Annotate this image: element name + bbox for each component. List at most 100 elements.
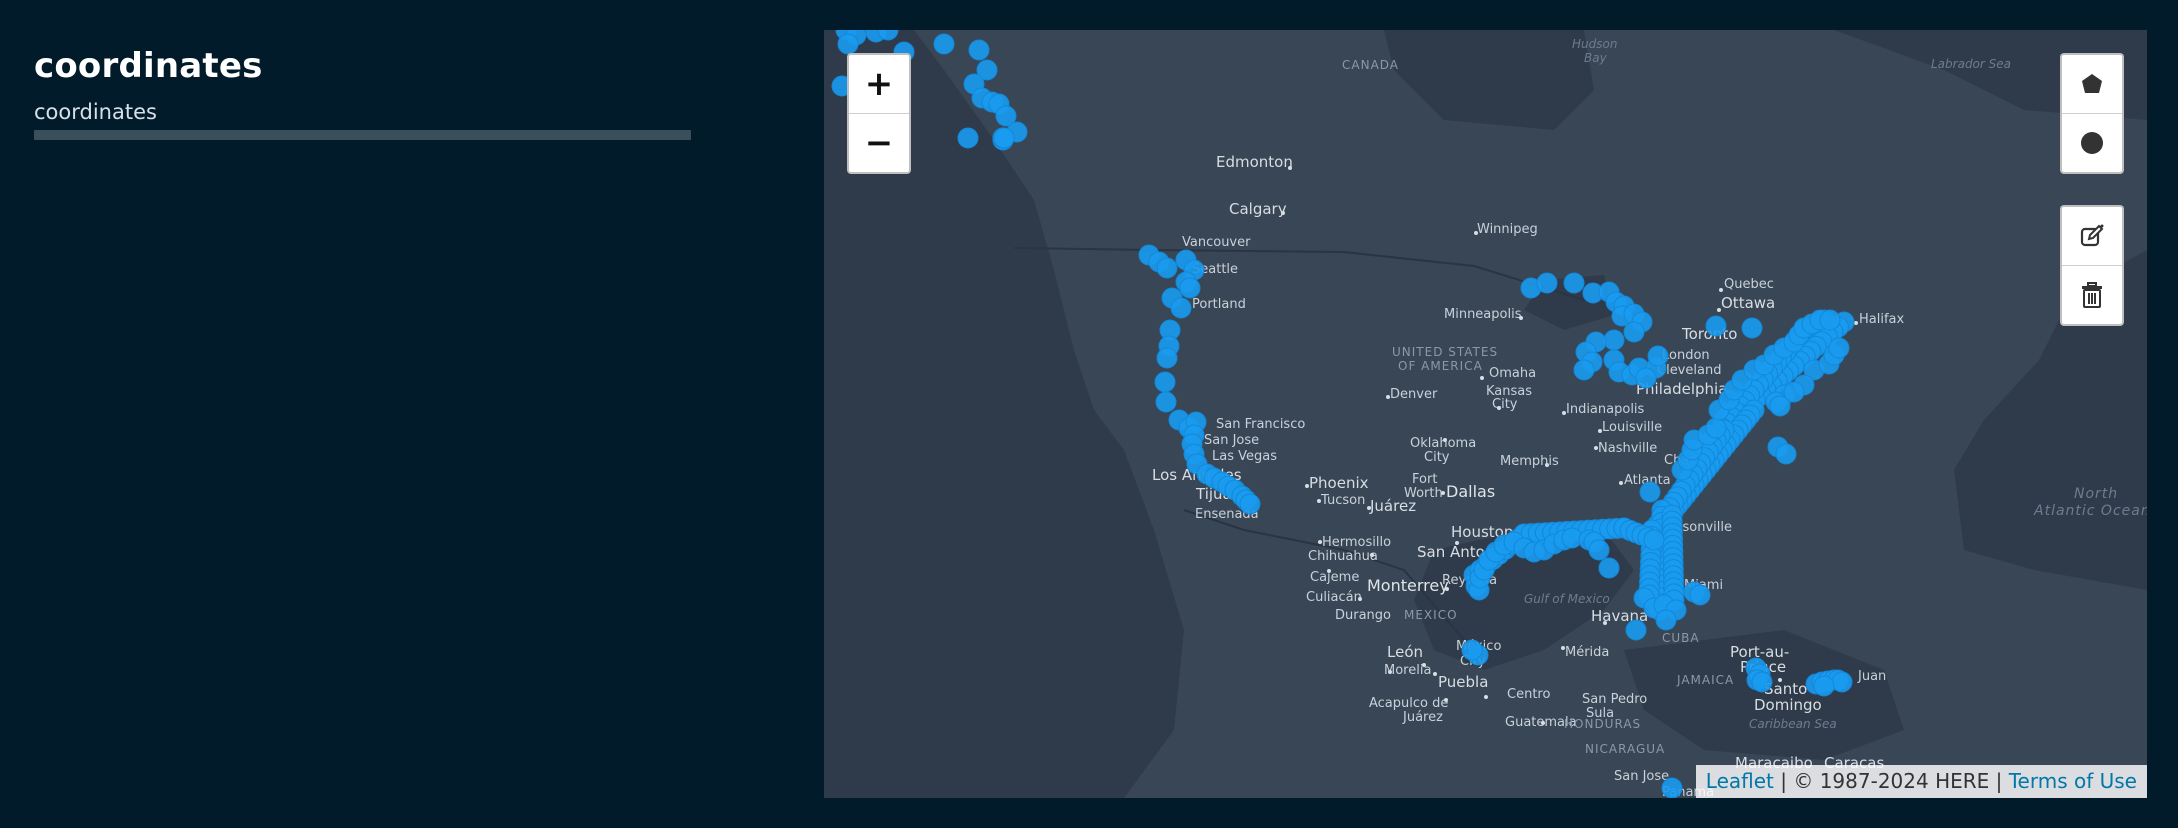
- label-labrador-sea: Labrador Sea: [1931, 57, 2011, 71]
- location-marker[interactable]: [1831, 671, 1853, 693]
- delete-layers-button[interactable]: [2062, 265, 2122, 324]
- zoom-in-button[interactable]: +: [849, 55, 909, 113]
- label-hermosillo: Hermosillo: [1322, 535, 1391, 550]
- left-panel: coordinates coordinates: [34, 46, 694, 140]
- location-marker[interactable]: [1603, 329, 1625, 351]
- zoom-out-button[interactable]: −: [849, 113, 909, 172]
- label-halifax: Halifax: [1859, 312, 1905, 327]
- location-marker[interactable]: [1661, 777, 1683, 798]
- map-canvas[interactable]: Hudson Bay Labrador Sea CANADA Edmonton …: [824, 30, 2147, 798]
- attribution-copyright: © 1987-2024 HERE: [1793, 769, 1990, 793]
- location-marker[interactable]: [1655, 609, 1677, 631]
- label-calgary: Calgary: [1229, 200, 1287, 218]
- label-ottawa: Ottawa: [1721, 294, 1775, 312]
- label-san-francisco: San Francisco: [1216, 417, 1305, 432]
- label-leon: León: [1387, 643, 1423, 661]
- zoom-control: + −: [847, 53, 911, 174]
- edit-layers-button[interactable]: [2062, 207, 2122, 265]
- location-marker[interactable]: [837, 33, 859, 55]
- draw-polygon-button[interactable]: [2062, 55, 2122, 113]
- location-marker[interactable]: [1647, 345, 1669, 367]
- label-vancouver: Vancouver: [1182, 235, 1251, 250]
- label-fort-worth-1: Fort: [1412, 472, 1437, 487]
- location-marker[interactable]: [993, 127, 1015, 149]
- label-centro: Centro: [1507, 687, 1550, 702]
- label-phoenix: Phoenix: [1309, 474, 1369, 492]
- label-juarez: Juárez: [1369, 497, 1416, 515]
- location-marker[interactable]: [957, 127, 979, 149]
- location-marker[interactable]: [933, 33, 955, 55]
- label-usa-2: OF AMERICA: [1398, 359, 1483, 373]
- label-monterrey: Monterrey: [1367, 576, 1449, 595]
- label-london: London: [1662, 348, 1710, 363]
- label-san-jose: San Jose: [1204, 433, 1259, 448]
- label-denver: Denver: [1390, 387, 1438, 402]
- label-oklahoma-city-1: Oklahoma: [1410, 436, 1476, 451]
- leaflet-link[interactable]: Leaflet: [1706, 769, 1774, 793]
- label-san-pedro-sula-1: San Pedro: [1582, 692, 1647, 707]
- label-caribbean-sea: Caribbean Sea: [1749, 717, 1837, 731]
- location-marker[interactable]: [1563, 272, 1585, 294]
- location-marker[interactable]: [1625, 619, 1647, 641]
- location-marker[interactable]: [1705, 315, 1727, 337]
- label-nicaragua: NICARAGUA: [1585, 742, 1665, 756]
- label-gulf-of-mexico: Gulf of Mexico: [1524, 592, 1610, 606]
- location-marker[interactable]: [1813, 675, 1835, 697]
- location-marker[interactable]: [1239, 493, 1261, 515]
- label-durango: Durango: [1335, 608, 1391, 623]
- location-marker[interactable]: [1155, 391, 1177, 413]
- location-marker[interactable]: [1635, 367, 1657, 389]
- label-omaha: Omaha: [1489, 366, 1536, 381]
- label-san-jose-cr: San Jose: [1614, 769, 1669, 784]
- location-marker[interactable]: [1828, 337, 1850, 359]
- field-label: coordinates: [34, 100, 157, 124]
- label-quebec: Quebec: [1724, 277, 1774, 292]
- location-marker[interactable]: [1588, 539, 1610, 561]
- trash-icon: [2082, 282, 2102, 308]
- location-marker[interactable]: [1783, 381, 1805, 403]
- label-san-juan: Juan: [1857, 669, 1886, 684]
- location-marker[interactable]: [1623, 321, 1645, 343]
- location-marker[interactable]: [1156, 257, 1178, 279]
- location-marker[interactable]: [1598, 557, 1620, 579]
- location-marker[interactable]: [1689, 584, 1711, 606]
- map-container[interactable]: Hudson Bay Labrador Sea CANADA Edmonton …: [824, 30, 2147, 798]
- edit-icon: [2080, 224, 2104, 247]
- circle-icon: [2081, 132, 2103, 154]
- location-marker[interactable]: [968, 39, 990, 61]
- location-marker[interactable]: [1536, 272, 1558, 294]
- location-marker[interactable]: [1705, 417, 1727, 439]
- polygon-icon: [2082, 74, 2102, 93]
- location-marker[interactable]: [1573, 359, 1595, 381]
- location-marker[interactable]: [1819, 309, 1841, 331]
- location-marker[interactable]: [1179, 277, 1201, 299]
- location-marker[interactable]: [1643, 529, 1665, 551]
- location-marker[interactable]: [1741, 317, 1763, 339]
- label-las-vegas: Las Vegas: [1212, 449, 1277, 464]
- location-marker[interactable]: [1156, 347, 1178, 369]
- terms-of-use-link[interactable]: Terms of Use: [2009, 769, 2137, 793]
- label-north-atlantic-2: Atlantic Ocean: [2033, 503, 2147, 519]
- edit-toolbar: [2060, 205, 2124, 326]
- label-edmonton: Edmonton: [1216, 153, 1293, 171]
- location-marker[interactable]: [1170, 297, 1192, 319]
- label-jamaica: JAMAICA: [1676, 673, 1734, 687]
- label-hudson-bay-2: Bay: [1584, 51, 1608, 65]
- draw-toolbar: [2060, 53, 2124, 174]
- label-dallas: Dallas: [1446, 482, 1495, 501]
- label-winnipeg: Winnipeg: [1477, 222, 1538, 237]
- location-marker[interactable]: [1639, 481, 1661, 503]
- location-marker[interactable]: [1775, 443, 1797, 465]
- attribution-separator-1: |: [1773, 769, 1794, 793]
- label-cuba: CUBA: [1662, 631, 1700, 645]
- label-tucson: Tucson: [1320, 493, 1365, 508]
- panel-title: coordinates: [34, 46, 263, 86]
- location-marker[interactable]: [1461, 639, 1483, 661]
- draw-circle-button[interactable]: [2062, 113, 2122, 172]
- label-portland: Portland: [1192, 297, 1246, 312]
- location-marker[interactable]: [1751, 671, 1773, 693]
- label-cajeme: Cajeme: [1310, 570, 1359, 585]
- field-value-bar: [34, 130, 691, 140]
- attribution-separator-2: |: [1989, 769, 2009, 793]
- location-marker[interactable]: [1154, 371, 1176, 393]
